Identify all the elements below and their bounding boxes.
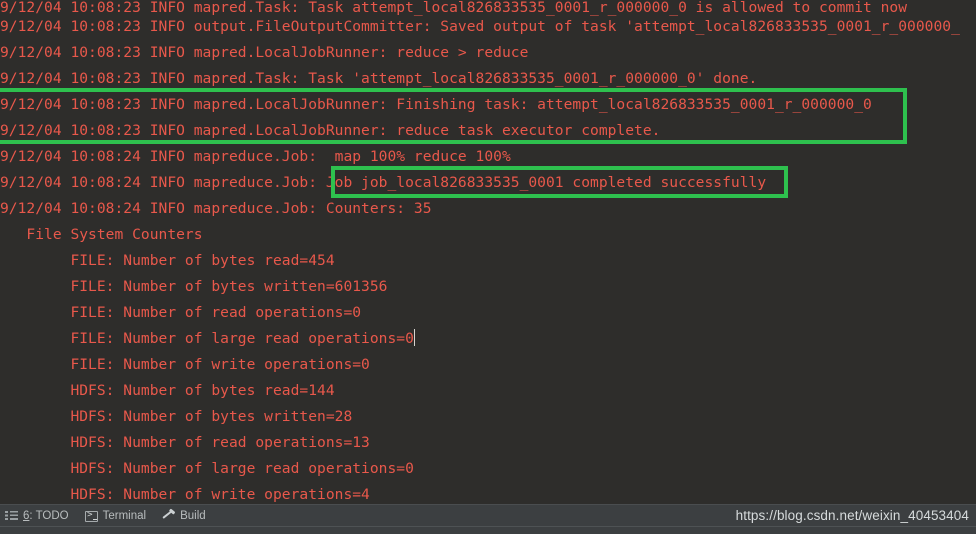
tool-window-status-bar: 6: TODO Terminal Build https://blog.csdn…: [0, 504, 976, 526]
console-line-text: 9/12/04 10:08:23 INFO mapred.LocalJobRun…: [0, 44, 529, 61]
status-item-todo-label: 6: TODO: [23, 505, 69, 527]
console-line: 9/12/04 10:08:24 INFO mapreduce.Job: Cou…: [0, 196, 432, 222]
status-item-terminal-label: Terminal: [102, 509, 147, 522]
status-item-todo[interactable]: 6: TODO: [0, 505, 79, 527]
console-line: 9/12/04 10:08:23 INFO output.FileOutputC…: [0, 14, 960, 40]
console-line-text: 9/12/04 10:08:24 INFO mapreduce.Job: Cou…: [0, 200, 432, 217]
todo-list-icon: [5, 509, 18, 522]
console-line-text: HDFS: Number of large read operations=0: [0, 460, 414, 477]
console-line-text: FILE: Number of bytes written=601356: [0, 278, 388, 295]
console-line: 9/12/04 10:08:23 INFO mapred.Task: Task …: [0, 66, 757, 92]
console-line: 9/12/04 10:08:24 INFO mapreduce.Job: map…: [0, 144, 511, 170]
status-item-terminal[interactable]: Terminal: [79, 505, 156, 527]
console-line: FILE: Number of write operations=0: [0, 352, 370, 378]
console-line: 9/12/04 10:08:23 INFO mapred.LocalJobRun…: [0, 92, 872, 118]
console-line-text: HDFS: Number of bytes written=28: [0, 408, 353, 425]
terminal-icon: [84, 509, 98, 522]
console-line-text: 9/12/04 10:08:23 INFO mapred.Task: Task …: [0, 70, 758, 87]
todo-text: : TODO: [29, 509, 69, 522]
console-line-text: 9/12/04 10:08:24 INFO mapreduce.Job: map…: [0, 148, 511, 165]
clipped-bottom-bar: [0, 526, 976, 534]
console-line-text: 9/12/04 10:08:23 INFO output.FileOutputC…: [0, 18, 960, 35]
console-line: FILE: Number of read operations=0: [0, 300, 361, 326]
status-item-build[interactable]: Build: [156, 505, 216, 527]
console-line: HDFS: Number of read operations=13: [0, 430, 370, 456]
console-line-text: FILE: Number of write operations=0: [0, 356, 370, 373]
console-line: 9/12/04 10:08:23 INFO mapred.LocalJobRun…: [0, 40, 528, 66]
console-line-text: File System Counters: [0, 226, 203, 243]
build-hammer-icon: [162, 509, 175, 522]
console-line-text: 9/12/04 10:08:23 INFO mapred.LocalJobRun…: [0, 122, 661, 139]
ide-window: 9/12/04 10:08:23 INFO mapred.Task: Task …: [0, 0, 976, 534]
text-caret: [413, 329, 415, 346]
console-output-panel[interactable]: 9/12/04 10:08:23 INFO mapred.Task: Task …: [0, 0, 976, 504]
console-line-text: HDFS: Number of bytes read=144: [0, 382, 335, 399]
console-line: 9/12/04 10:08:23 INFO mapred.LocalJobRun…: [0, 118, 660, 144]
console-line-text: FILE: Number of bytes read=454: [0, 252, 335, 269]
console-line: HDFS: Number of bytes written=28: [0, 404, 352, 430]
watermark-url: https://blog.csdn.net/weixin_40453404: [735, 507, 969, 523]
console-line: FILE: Number of large read operations=0: [0, 326, 415, 352]
console-line: HDFS: Number of write operations=4: [0, 482, 370, 504]
console-line-text: HDFS: Number of read operations=13: [0, 434, 370, 451]
console-line-text: HDFS: Number of write operations=4: [0, 486, 370, 503]
status-item-build-label: Build: [180, 509, 206, 522]
console-line-text: 9/12/04 10:08:23 INFO mapred.LocalJobRun…: [0, 96, 872, 113]
console-line: HDFS: Number of large read operations=0: [0, 456, 414, 482]
console-line: 9/12/04 10:08:24 INFO mapreduce.Job: Job…: [0, 170, 766, 196]
console-line: File System Counters: [0, 222, 203, 248]
console-line: FILE: Number of bytes written=601356: [0, 274, 387, 300]
console-line: HDFS: Number of bytes read=144: [0, 378, 335, 404]
console-line-text: FILE: Number of large read operations=0: [0, 330, 414, 347]
console-line: FILE: Number of bytes read=454: [0, 248, 335, 274]
console-line-text: 9/12/04 10:08:24 INFO mapreduce.Job: Job…: [0, 174, 767, 191]
console-line-text: FILE: Number of read operations=0: [0, 304, 362, 321]
